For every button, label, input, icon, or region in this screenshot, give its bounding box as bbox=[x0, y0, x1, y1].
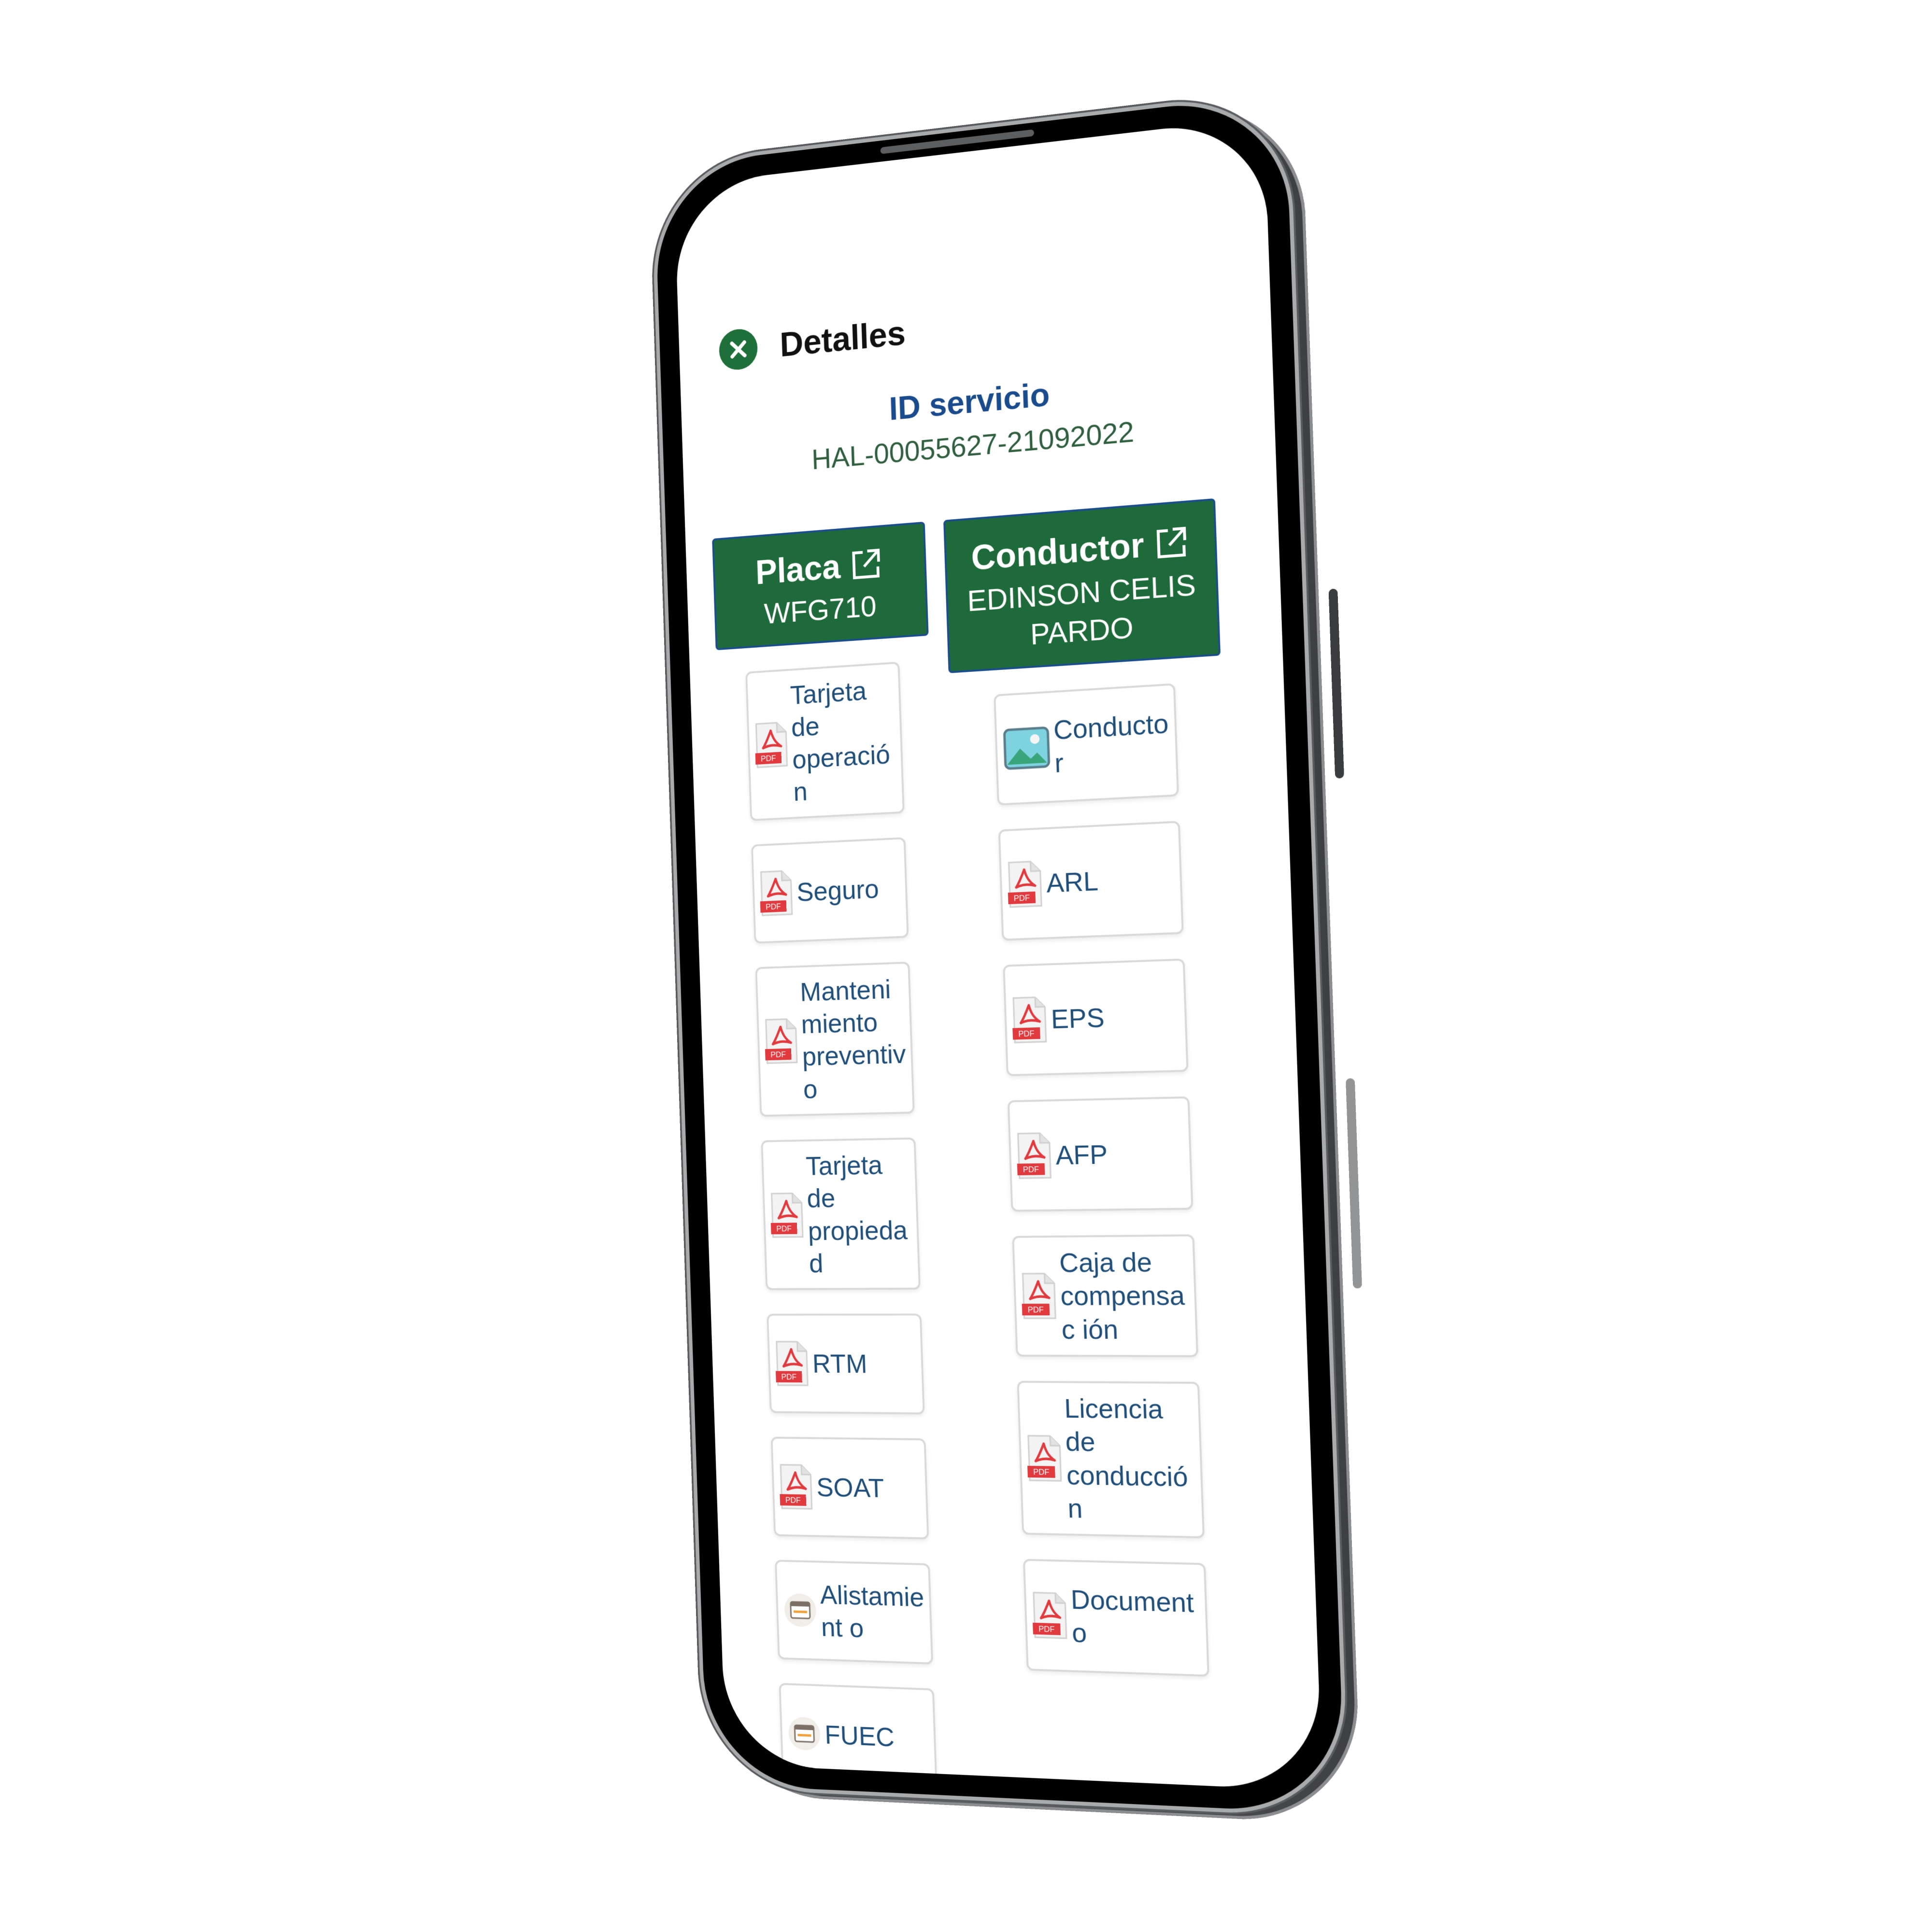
driver-document-card[interactable]: PDF Licencia de conducción bbox=[1017, 1380, 1205, 1539]
svg-text:PDF: PDF bbox=[776, 1224, 792, 1233]
vehicle-document-card[interactable]: FUEC bbox=[779, 1683, 938, 1790]
svg-text:PDF: PDF bbox=[1028, 1306, 1044, 1315]
document-label: EPS bbox=[1050, 1002, 1105, 1035]
pdf-icon: PDF bbox=[770, 1191, 805, 1239]
pdf-icon: PDF bbox=[1011, 995, 1048, 1045]
document-label: Alistamient o bbox=[819, 1579, 925, 1643]
plate-number: WFG710 bbox=[763, 589, 877, 631]
driver-document-card[interactable]: PDF AFP bbox=[1007, 1096, 1193, 1212]
close-icon bbox=[728, 338, 749, 361]
document-label: Conductor bbox=[1053, 707, 1169, 779]
vehicle-document-card[interactable]: PDF RTM bbox=[767, 1313, 925, 1415]
driver-heading: Conductor bbox=[970, 526, 1145, 578]
pdf-icon: PDF bbox=[754, 720, 789, 769]
documents-columns: Placa WFG710 PDF Tarjeta de operación PDF S… bbox=[712, 496, 1293, 1791]
pdf-icon: PDF bbox=[1026, 1434, 1063, 1483]
document-label: FUEC bbox=[824, 1719, 895, 1752]
service-id-block: ID servicio HAL-00055627-21092022 bbox=[681, 355, 1275, 487]
driver-document-card[interactable]: PDF Documento bbox=[1023, 1559, 1209, 1677]
pdf-icon: PDF bbox=[1032, 1591, 1068, 1640]
vehicle-document-card[interactable]: Alistamient o bbox=[775, 1560, 934, 1665]
external-link-icon bbox=[849, 546, 883, 583]
svg-text:PDF: PDF bbox=[1033, 1467, 1050, 1477]
driver-column: Conductor EDINSON CELIS PARDO Conductor P… bbox=[943, 498, 1261, 1791]
driver-document-card[interactable]: Conductor bbox=[994, 683, 1179, 806]
vehicle-column: Placa WFG710 PDF Tarjeta de operación PDF S… bbox=[712, 521, 967, 1791]
plate-heading: Placa bbox=[754, 547, 841, 592]
driver-header-button[interactable]: Conductor EDINSON CELIS PARDO bbox=[943, 498, 1221, 673]
document-label: Caja de compensac ión bbox=[1059, 1246, 1185, 1345]
pdf-icon: PDF bbox=[1007, 859, 1044, 909]
plate-header-title: Placa bbox=[719, 543, 920, 593]
image-icon bbox=[1002, 723, 1051, 774]
svg-text:PDF: PDF bbox=[761, 754, 776, 764]
phone-bezel: Detalles ID servicio HAL-00055627-210920… bbox=[650, 88, 1350, 1818]
screen: Detalles ID servicio HAL-00055627-210920… bbox=[674, 117, 1323, 1791]
document-label: Seguro bbox=[796, 873, 880, 907]
calendar-icon bbox=[788, 1716, 821, 1751]
pdf-icon: PDF bbox=[1021, 1272, 1057, 1321]
svg-text:PDF: PDF bbox=[1018, 1029, 1035, 1039]
close-button[interactable] bbox=[718, 327, 758, 372]
pdf-icon: PDF bbox=[775, 1340, 810, 1387]
document-label: SOAT bbox=[816, 1472, 885, 1503]
svg-text:PDF: PDF bbox=[770, 1051, 786, 1060]
document-label: Tarjeta de propiedad bbox=[805, 1150, 908, 1279]
phone-device: Detalles ID servicio HAL-00055627-210920… bbox=[650, 88, 1363, 1825]
pdf-icon: PDF bbox=[764, 1017, 799, 1065]
driver-name: EDINSON CELIS PARDO bbox=[966, 568, 1196, 652]
pdf-icon: PDF bbox=[759, 868, 794, 917]
pdf-icon: PDF bbox=[779, 1463, 813, 1511]
vehicle-document-card[interactable]: PDF Tarjeta de operación bbox=[745, 661, 905, 821]
document-label: Tarjeta de operación bbox=[789, 675, 891, 807]
pdf-icon: PDF bbox=[1016, 1131, 1053, 1180]
stage: Detalles ID servicio HAL-00055627-210920… bbox=[0, 0, 1932, 1932]
side-button bbox=[1346, 1078, 1363, 1289]
svg-text:PDF: PDF bbox=[1038, 1625, 1055, 1634]
vehicle-document-card[interactable]: PDF Manteni miento preventivo bbox=[755, 961, 915, 1117]
calendar-icon bbox=[784, 1593, 817, 1628]
document-label: RTM bbox=[811, 1348, 868, 1379]
plate-header-button[interactable]: Placa WFG710 bbox=[712, 521, 929, 650]
driver-document-card[interactable]: PDF EPS bbox=[1003, 958, 1189, 1077]
document-label: Documento bbox=[1070, 1584, 1194, 1648]
external-link-icon bbox=[1153, 524, 1189, 562]
app-header: Detalles bbox=[718, 313, 907, 372]
vehicle-document-card[interactable]: PDF SOAT bbox=[770, 1436, 929, 1540]
document-label: AFP bbox=[1055, 1138, 1108, 1170]
document-label: Manteni miento preventivo bbox=[799, 973, 907, 1104]
svg-text:PDF: PDF bbox=[1023, 1165, 1039, 1174]
svg-text:PDF: PDF bbox=[785, 1496, 801, 1505]
page-title: Detalles bbox=[779, 313, 907, 365]
vehicle-document-card[interactable]: PDF Tarjeta de propiedad bbox=[761, 1137, 921, 1291]
svg-text:PDF: PDF bbox=[781, 1373, 796, 1381]
side-button bbox=[1328, 588, 1344, 779]
svg-text:PDF: PDF bbox=[766, 902, 781, 911]
driver-document-card[interactable]: PDF ARL bbox=[998, 821, 1184, 941]
svg-text:PDF: PDF bbox=[1014, 894, 1030, 903]
document-label: ARL bbox=[1046, 865, 1099, 898]
document-label: Licencia de conducción bbox=[1064, 1392, 1189, 1524]
driver-document-card[interactable]: PDF Caja de compensac ión bbox=[1012, 1234, 1199, 1357]
vehicle-document-card[interactable]: PDF Seguro bbox=[751, 837, 909, 944]
